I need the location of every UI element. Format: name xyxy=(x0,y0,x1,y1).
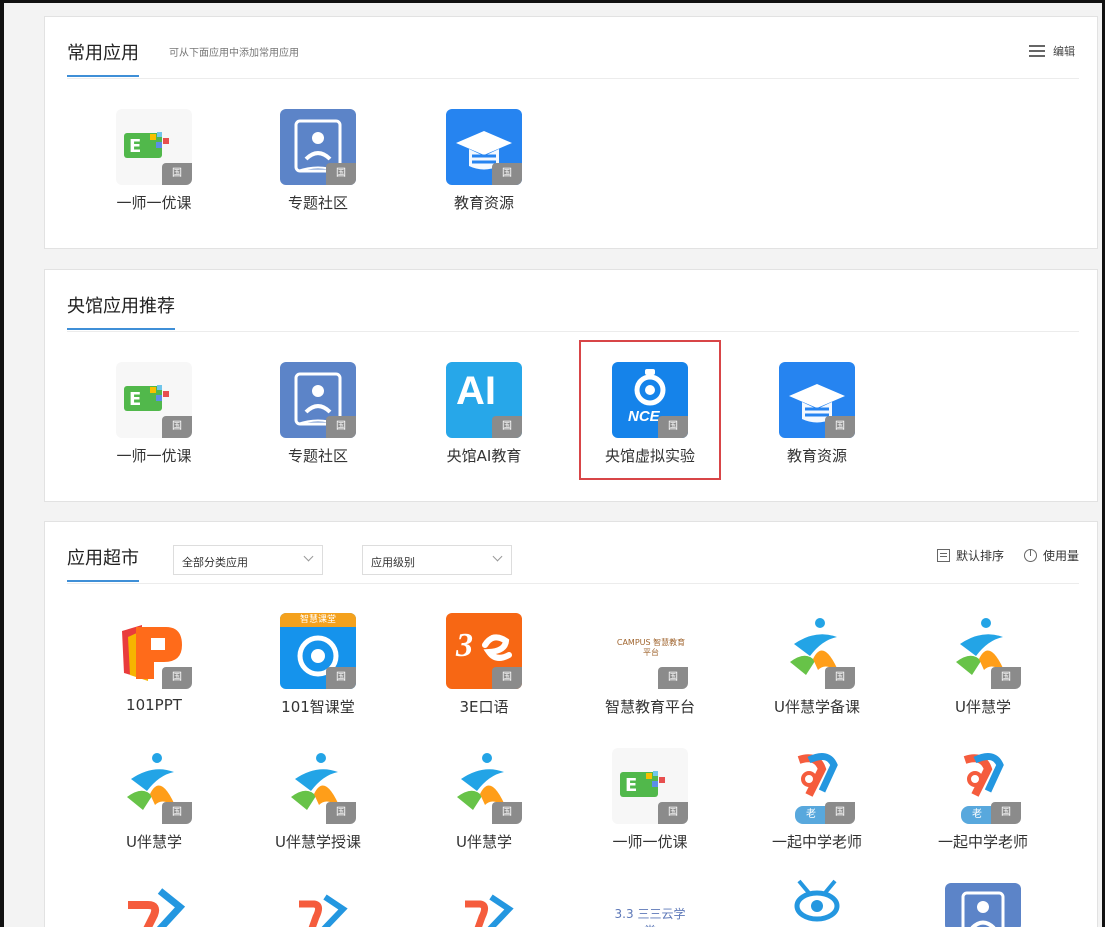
campus-icon: CAMPUS 智慧教育平台 国 xyxy=(612,613,688,689)
smart-class-icon: 智慧课堂 国 xyxy=(280,613,356,689)
community-book-icon: 国 xyxy=(280,362,356,438)
app-label: 央馆AI教育 xyxy=(446,447,522,465)
country-badge: 国 xyxy=(326,667,356,689)
graduation-cap-icon: 国 xyxy=(779,362,855,438)
app-label: 3E口语 xyxy=(459,698,509,716)
app-label: U伴慧学 xyxy=(126,833,182,851)
app-label: 专题社区 xyxy=(287,194,348,212)
country-badge: 国 xyxy=(162,802,192,824)
campus-logo-text: CAMPUS 智慧教育平台 xyxy=(616,638,686,657)
33yun-icon: 3.3 三三云学堂 xyxy=(612,879,688,927)
app-market-panel: 应用超市 全部分类应用 应用级别 默认排序 使用量 国 101PPT 智慧课堂 … xyxy=(44,521,1098,927)
svg-text:3: 3 xyxy=(455,627,473,664)
country-badge: 国 xyxy=(492,802,522,824)
country-badge: 国 xyxy=(162,667,192,689)
svg-text:E: E xyxy=(129,389,141,410)
country-badge: 国 xyxy=(326,802,356,824)
country-badge: 国 xyxy=(825,416,855,438)
app-label: 教育资源 xyxy=(453,194,514,212)
u-companion-icon: 国 xyxy=(280,748,356,824)
graduation-cap-icon: 国 xyxy=(446,109,522,185)
app-label: 一起中学老师 xyxy=(771,833,862,851)
common-apps-panel: 常用应用 可从下面应用中添加常用应用 编辑 E 国 一师一优课 国 专题社区 国… xyxy=(44,16,1098,249)
virtual-lab-icon: NCE 国 xyxy=(612,362,688,438)
country-badge: 国 xyxy=(492,163,522,185)
country-badge: 国 xyxy=(326,163,356,185)
community-book-icon xyxy=(945,883,1021,927)
teacher-badge: 老 xyxy=(961,806,993,824)
app-label: 专题社区 xyxy=(287,447,348,465)
app-label: U伴慧学 xyxy=(456,833,512,851)
app-store-window: 常用应用 可从下面应用中添加常用应用 编辑 E 国 一师一优课 国 专题社区 国… xyxy=(0,0,1105,927)
yiqi-17-icon: 老 国 xyxy=(779,748,855,824)
country-badge: 国 xyxy=(658,667,688,689)
app-label: 教育资源 xyxy=(786,447,847,465)
app-label: 一起中学老师 xyxy=(937,833,1028,851)
country-badge: 国 xyxy=(825,802,855,824)
u-companion-icon: 国 xyxy=(446,748,522,824)
ai-text: AI xyxy=(456,369,496,413)
u-companion-icon: 国 xyxy=(779,613,855,689)
app-label: 一师一优课 xyxy=(612,833,688,851)
ai-education-icon: AI 国 xyxy=(446,362,522,438)
smart-class-banner: 智慧课堂 xyxy=(280,613,356,627)
u-companion-icon: 国 xyxy=(116,748,192,824)
nce-text: NCE xyxy=(628,408,660,425)
app-label: 一师一优课 xyxy=(116,447,192,465)
yishi-yiyouke-icon: E 国 xyxy=(116,109,192,185)
svg-text:E: E xyxy=(129,136,141,157)
country-badge: 国 xyxy=(991,802,1021,824)
community-book-icon: 国 xyxy=(280,109,356,185)
app-label: 智慧教育平台 xyxy=(604,698,695,716)
country-badge: 国 xyxy=(492,667,522,689)
teacher-badge: 老 xyxy=(795,806,827,824)
svg-text:E: E xyxy=(625,775,637,796)
yiqi-17-icon xyxy=(280,879,356,927)
ppt-icon: 国 xyxy=(116,613,192,689)
yishi-yiyouke-icon: E 国 xyxy=(612,748,688,824)
3e-icon: 3 国 xyxy=(446,613,522,689)
app-label: U伴慧学授课 xyxy=(275,833,361,851)
yishi-yiyouke-icon: E 国 xyxy=(116,362,192,438)
app-label: 央馆虚拟实验 xyxy=(604,447,695,465)
recommended-apps-panel: 央馆应用推荐 E 国 一师一优课 国 专题社区 AI 国 央馆AI教育 NCE … xyxy=(44,269,1098,502)
country-badge: 国 xyxy=(825,667,855,689)
country-badge: 国 xyxy=(658,416,688,438)
33yun-logo-text: 3.3 三三云学堂 xyxy=(614,907,686,927)
app-label: 101PPT xyxy=(126,696,182,714)
country-badge: 国 xyxy=(326,416,356,438)
yiqi-17-icon xyxy=(446,879,522,927)
app-label: U伴慧学备课 xyxy=(774,698,860,716)
app-label: U伴慧学 xyxy=(955,698,1011,716)
country-badge: 国 xyxy=(658,802,688,824)
country-badge: 国 xyxy=(492,416,522,438)
u-companion-icon: 国 xyxy=(945,613,1021,689)
app-label: 一师一优课 xyxy=(116,194,192,212)
market-app-grid: 国 101PPT 智慧课堂 国 101智课堂 3 国 3E口语 CAMPUS 智… xyxy=(45,522,1097,927)
yiqi-17-icon xyxy=(116,879,192,927)
yiqi-17-icon: 老 国 xyxy=(945,748,1021,824)
robot-face-icon xyxy=(779,871,855,927)
country-badge: 国 xyxy=(162,416,192,438)
app-label: 101智课堂 xyxy=(281,698,355,716)
country-badge: 国 xyxy=(991,667,1021,689)
country-badge: 国 xyxy=(162,163,192,185)
